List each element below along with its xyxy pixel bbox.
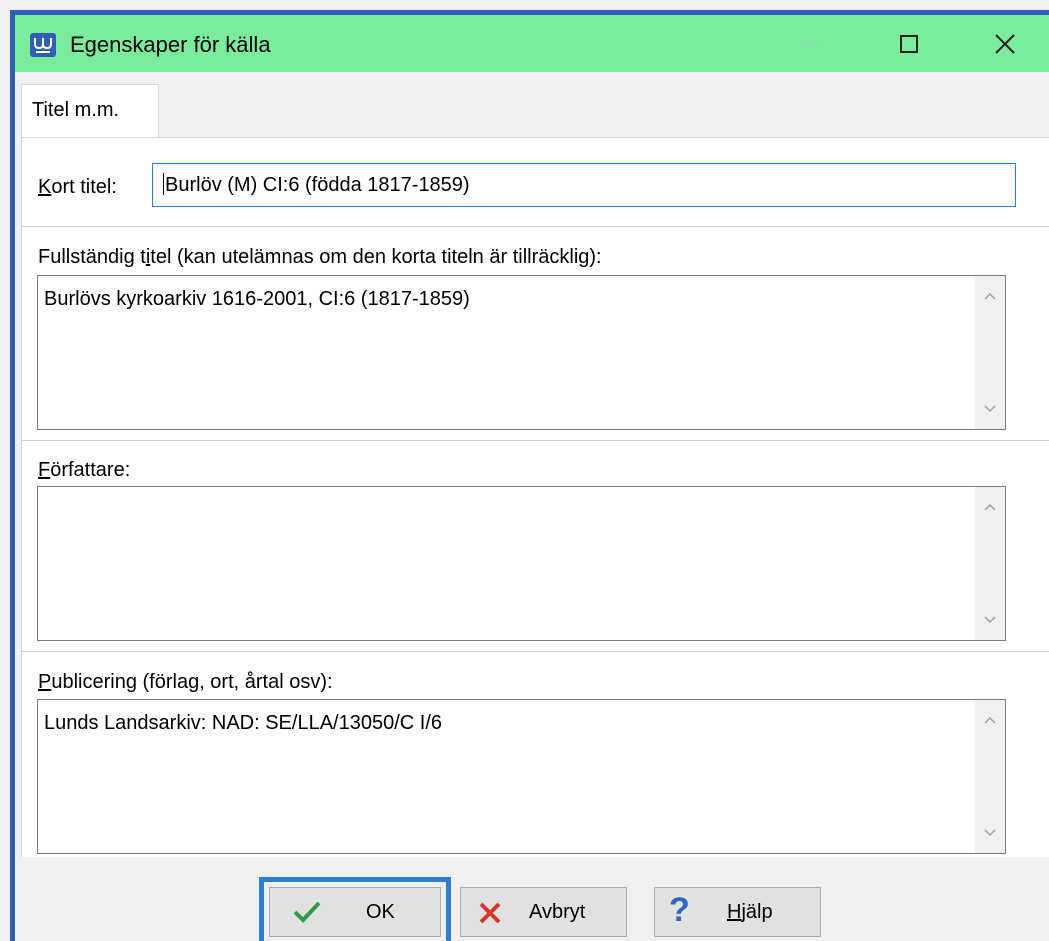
cancel-button[interactable]: Avbryt bbox=[460, 887, 627, 937]
scroll-up-icon[interactable] bbox=[983, 501, 997, 515]
short-title-label: Kort titel: bbox=[38, 176, 117, 198]
full-title-value: Burlövs kyrkoarkiv 1616-2001, CI:6 (1817… bbox=[44, 288, 470, 310]
tab-strip: Titel m.m. bbox=[15, 72, 1049, 140]
divider bbox=[22, 651, 1049, 652]
checkmark-icon bbox=[292, 899, 322, 931]
scroll-up-icon[interactable] bbox=[983, 714, 997, 728]
publishing-value: Lunds Landsarkiv: NAD: SE/LLA/13050/C I/… bbox=[44, 712, 443, 734]
cancel-label: Avbryt bbox=[529, 901, 586, 923]
window-title: Egenskaper för källa bbox=[70, 32, 271, 57]
x-icon bbox=[477, 900, 503, 932]
tab-titel[interactable]: Titel m.m. bbox=[21, 84, 159, 138]
author-scrollbar[interactable] bbox=[975, 487, 1005, 640]
text-caret bbox=[163, 173, 164, 195]
divider bbox=[22, 440, 1049, 441]
tab-panel: Kort titel: Burlöv (M) CI:6 (födda 1817-… bbox=[21, 137, 1049, 859]
ok-button[interactable]: OK bbox=[269, 887, 441, 937]
publishing-scrollbar[interactable] bbox=[975, 700, 1005, 853]
close-icon bbox=[995, 33, 1015, 54]
scroll-down-icon[interactable] bbox=[983, 401, 997, 415]
tab-label: Titel m.m. bbox=[32, 99, 120, 121]
full-title-textarea[interactable]: Burlövs kyrkoarkiv 1616-2001, CI:6 (1817… bbox=[37, 275, 1006, 430]
publishing-textarea[interactable]: Lunds Landsarkiv: NAD: SE/LLA/13050/C I/… bbox=[37, 699, 1006, 854]
author-label: Författare: bbox=[38, 459, 131, 481]
author-textarea[interactable] bbox=[37, 486, 1006, 641]
full-title-label: Fullständig titel (kan utelämnas om den … bbox=[38, 246, 602, 268]
maximize-icon bbox=[900, 34, 918, 53]
scroll-up-icon[interactable] bbox=[983, 290, 997, 304]
close-button[interactable] bbox=[959, 15, 1049, 72]
title-bar[interactable]: Egenskaper för källa bbox=[15, 15, 1049, 72]
minimize-button[interactable] bbox=[765, 15, 857, 72]
ok-label: OK bbox=[366, 901, 395, 923]
divider bbox=[22, 226, 1049, 227]
maximize-button[interactable] bbox=[863, 15, 955, 72]
minimize-icon bbox=[800, 43, 822, 44]
short-title-value: Burlöv (M) CI:6 (födda 1817-1859) bbox=[165, 174, 470, 196]
app-icon bbox=[30, 33, 56, 57]
help-label: Hjälp bbox=[727, 901, 773, 923]
scroll-down-icon[interactable] bbox=[983, 612, 997, 626]
question-mark-icon: ? bbox=[669, 891, 690, 929]
short-title-input[interactable]: Burlöv (M) CI:6 (födda 1817-1859) bbox=[152, 163, 1016, 207]
full-title-scrollbar[interactable] bbox=[975, 276, 1005, 429]
button-bar: OK Avbryt ? Hjälp bbox=[15, 857, 1049, 941]
dialog-window: Egenskaper för källa Titel m.m. Kort tit… bbox=[10, 10, 1049, 941]
publishing-label: Publicering (förlag, ort, årtal osv): bbox=[38, 671, 333, 693]
help-button[interactable]: ? Hjälp bbox=[654, 887, 821, 937]
scroll-down-icon[interactable] bbox=[983, 825, 997, 839]
